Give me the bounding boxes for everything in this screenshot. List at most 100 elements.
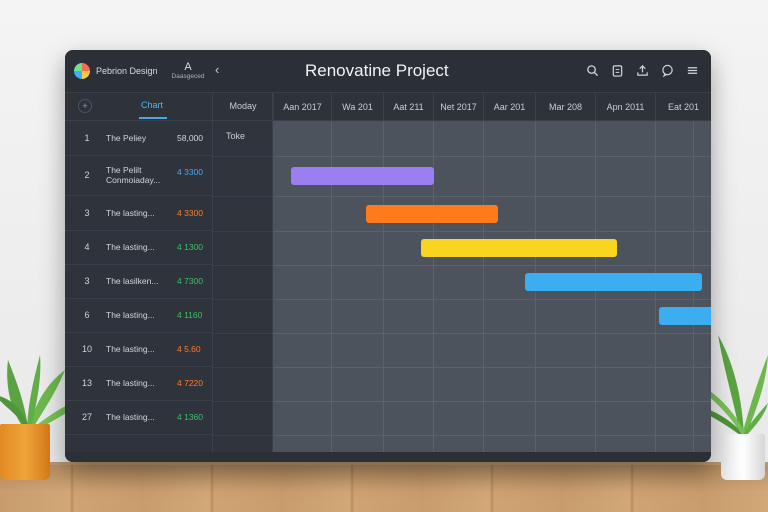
task-value-text: 4 1360 [177, 412, 203, 422]
day-column: Toke [213, 121, 273, 462]
user-icon: A [184, 61, 192, 73]
task-value-text: 58,000 [177, 132, 203, 143]
task-name: The Pelilt Conmoiaday... [106, 165, 160, 185]
grid-vline [595, 121, 596, 462]
task-value: 4 7300 [177, 276, 203, 286]
task-number: 1 [84, 132, 90, 143]
grid-hline [273, 367, 711, 368]
gantt-grid [273, 121, 711, 462]
task-value-text: 4 5.60 [177, 344, 201, 354]
gantt-bar-5[interactable] [659, 307, 711, 325]
timeline-col-8: Eat 201 [655, 93, 711, 121]
task-number: 6 [84, 310, 90, 320]
task-row[interactable]: 3 The lasilken... 4 7300 [65, 265, 213, 299]
chat-icon[interactable] [661, 64, 674, 77]
task-number: 4 [84, 242, 90, 252]
task-number: 2 [84, 170, 90, 180]
logo-icon [74, 63, 90, 79]
task-name: The lasting... [106, 378, 155, 388]
app-logo[interactable]: Pebrion Design [74, 63, 158, 79]
task-value: 4 1300 [177, 242, 203, 252]
grid-hline [273, 435, 711, 436]
grid-hline [273, 333, 711, 334]
grid-hline [273, 156, 711, 157]
grid-hline [273, 265, 711, 266]
task-value-text: 4 1160 [177, 310, 203, 320]
day-row-divider [213, 299, 273, 300]
day-row-divider [213, 265, 273, 266]
grid-hline [273, 299, 711, 300]
clipboard-icon[interactable] [611, 64, 624, 77]
grid-hline [273, 401, 711, 402]
task-name-line2: Conmoiaday... [106, 175, 161, 185]
task-number: 10 [81, 344, 92, 354]
day-column-header: Moday [229, 101, 257, 111]
task-row[interactable]: 1 The Peliey 58,000 [65, 121, 213, 156]
menu-icon[interactable] [686, 64, 699, 77]
task-row[interactable]: 4 The lasting... 4 1300 [65, 231, 213, 265]
timeline-col-4: Net 2017 [433, 93, 483, 121]
app-window: Pebrion Design A Daasgeced ‹ Renovatine … [65, 50, 711, 462]
grid-vline [535, 121, 536, 462]
bottom-bezel [65, 452, 711, 462]
day-row-divider [213, 231, 273, 232]
tab-chart[interactable]: Chart [141, 100, 163, 110]
task-name: The lasting... [106, 344, 155, 354]
task-value: 4 7220 [177, 378, 203, 388]
page-title: Renovatine Project [305, 61, 449, 80]
task-row[interactable]: 27 The lasting... 4 1360 [65, 401, 213, 435]
task-row[interactable]: 10 The lasting... 4 5.60 [65, 333, 213, 367]
timeline-col-3: Aat 211 [383, 93, 433, 121]
top-bar: Pebrion Design A Daasgeced ‹ Renovatine … [65, 50, 711, 93]
user-label: Daasgeced [171, 73, 205, 80]
day-row-divider [213, 333, 273, 334]
task-name: The Peliey [106, 132, 147, 143]
user-menu[interactable]: A Daasgeced [170, 61, 206, 81]
day-row-divider [213, 156, 273, 157]
task-value-text: 4 3300 [177, 167, 203, 177]
column-header-row: + Chart Moday Aan 2017 Wa 201 Aat 211 Net 2… [65, 93, 711, 121]
share-icon[interactable] [636, 64, 649, 77]
task-panel-divider [212, 93, 213, 462]
gantt-bar-4[interactable] [525, 273, 702, 291]
task-value-text: 4 7220 [177, 378, 203, 388]
task-name: The lasting... [106, 242, 155, 252]
task-value-text: 4 3300 [177, 207, 203, 218]
add-task-button[interactable]: + [78, 99, 92, 113]
task-number: 13 [81, 378, 92, 388]
gantt-bar-3[interactable] [421, 239, 617, 257]
task-name-line1: The Pelilt [106, 165, 142, 175]
grid-hline [273, 196, 711, 197]
day-column-divider [272, 93, 273, 462]
grid-vline [693, 121, 694, 462]
back-button[interactable]: ‹ [215, 63, 219, 77]
gantt-bar-1[interactable] [291, 167, 434, 185]
task-row[interactable]: 2 The Pelilt Conmoiaday... 4 3300 [65, 156, 213, 196]
task-value: 4 1360 [177, 412, 203, 422]
task-row[interactable]: 6 The lasting... 4 1160 [65, 299, 213, 333]
right-plant-pot [721, 434, 765, 480]
timeline-col-2: Wa 201 [331, 93, 383, 121]
task-value-text: 4 7300 [177, 276, 203, 286]
gantt-bar-2[interactable] [366, 204, 498, 223]
toolbar-icons [586, 64, 699, 77]
task-name: The lasting... [106, 207, 155, 218]
day-row-divider [213, 435, 273, 436]
task-name: The lasting... [106, 310, 155, 320]
task-value: 4 3300 [177, 167, 203, 177]
task-name: The lasilken... [106, 276, 159, 286]
task-number: 27 [81, 412, 92, 422]
left-plant-pot [0, 424, 50, 480]
tab-chart-indicator [139, 117, 167, 119]
task-number: 3 [84, 207, 90, 218]
grid-hline [273, 231, 711, 232]
task-list: 1 The Peliey 58,000 2 The Pelilt Conmoiaday..… [65, 121, 213, 462]
task-value: 58,000 [177, 133, 203, 143]
task-row[interactable]: 13 The lasting... 4 7220 [65, 367, 213, 401]
search-icon[interactable] [586, 64, 599, 77]
day-row-divider [213, 401, 273, 402]
grid-vline [483, 121, 484, 462]
task-row[interactable]: 3 The lasting... 4 3300 [65, 196, 213, 231]
timeline-col-5: Aar 201 [483, 93, 535, 121]
logo-text: Pebrion Design [96, 66, 158, 76]
